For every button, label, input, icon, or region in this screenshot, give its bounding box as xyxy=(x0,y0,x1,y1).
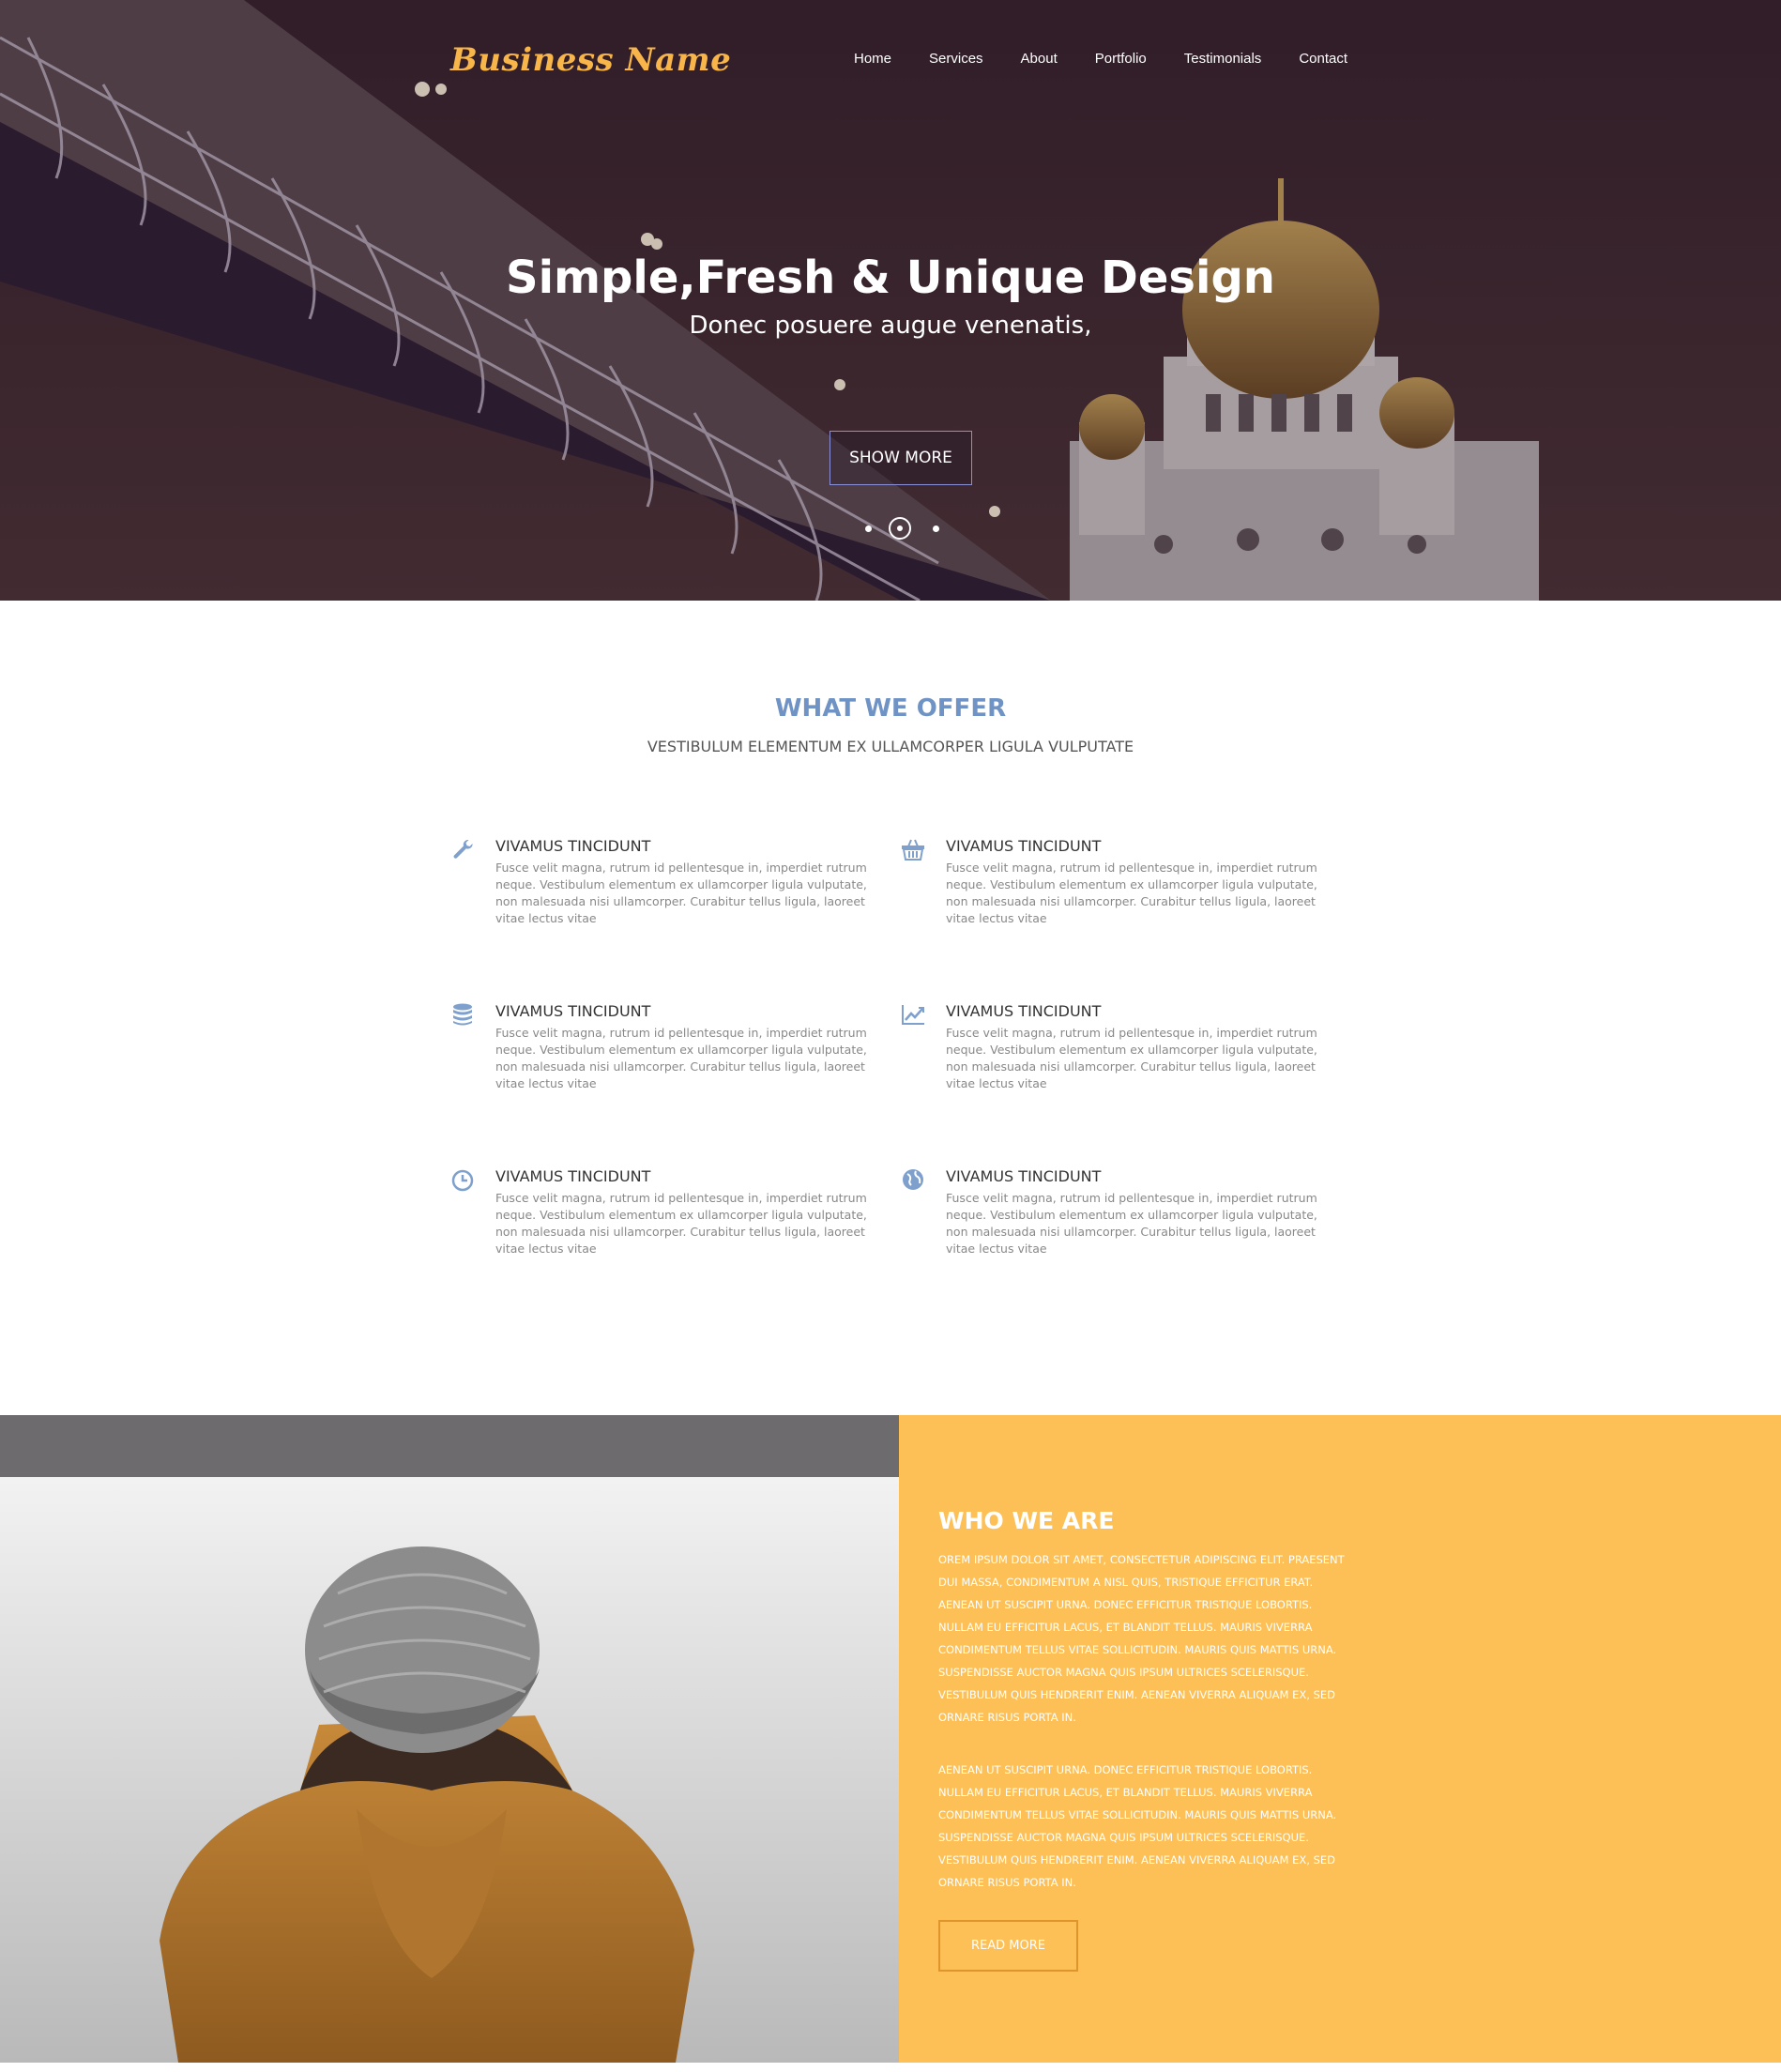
feature-title: VIVAMUS TINCIDUNT xyxy=(495,1002,651,1020)
clock-icon xyxy=(451,1169,474,1192)
hero-title: Simple,Fresh & Unique Design xyxy=(506,251,1275,304)
feature-text: Fusce velit magna, rutrum id pellentesqu… xyxy=(495,1191,867,1256)
nav-home[interactable]: Home xyxy=(835,51,910,67)
nav-services[interactable]: Services xyxy=(910,51,1002,67)
nav-contact[interactable]: Contact xyxy=(1280,51,1366,67)
offer-title: WHAT WE OFFER xyxy=(774,694,1007,723)
feature-text: Fusce velit magna, rutrum id pellentesqu… xyxy=(946,861,1317,925)
feature-title: VIVAMUS TINCIDUNT xyxy=(946,1167,1102,1185)
feature-text: Fusce velit magna, rutrum id pellentesqu… xyxy=(495,861,867,925)
globe-icon xyxy=(903,1169,923,1190)
slider-dot-2-active[interactable] xyxy=(889,517,911,540)
feature-title: VIVAMUS TINCIDUNT xyxy=(495,837,651,855)
main-nav: Home Services About Portfolio Testimonia… xyxy=(835,51,1366,67)
nav-testimonials[interactable]: Testimonials xyxy=(1165,51,1281,67)
hero-subtitle: Donec posuere augue venenatis, xyxy=(689,312,1092,340)
feature-text: Fusce velit magna, rutrum id pellentesqu… xyxy=(946,1191,1317,1256)
slider-dot-3[interactable] xyxy=(933,526,939,532)
basket-icon xyxy=(902,839,924,861)
nav-about[interactable]: About xyxy=(1002,51,1076,67)
nav-portfolio[interactable]: Portfolio xyxy=(1076,51,1165,67)
database-icon xyxy=(453,1003,472,1026)
hero-section: Business Name Home Services About Portfo… xyxy=(0,0,1781,601)
feature-text: Fusce velit magna, rutrum id pellentesqu… xyxy=(946,1026,1317,1090)
read-more-button[interactable]: READ MORE xyxy=(938,1920,1078,1972)
feature-title: VIVAMUS TINCIDUNT xyxy=(946,837,1102,855)
slider-dots xyxy=(858,514,942,542)
wrench-icon xyxy=(453,839,473,859)
show-more-button[interactable]: SHOW MORE xyxy=(830,431,972,485)
who-title: WHO WE ARE xyxy=(938,1507,1115,1534)
page: Business Name Home Services About Portfo… xyxy=(0,0,1781,2072)
who-paragraph-1: OREM IPSUM DOLOR SIT AMET, CONSECTETUR A… xyxy=(938,1553,1345,1724)
line-chart-icon xyxy=(902,1005,924,1025)
slider-dot-1[interactable] xyxy=(865,526,872,532)
person-photo xyxy=(0,1415,899,2063)
feature-title: VIVAMUS TINCIDUNT xyxy=(946,1002,1102,1020)
offer-subtitle: VESTIBULUM ELEMENTUM EX ULLAMCORPER LIGU… xyxy=(647,738,1134,755)
feature-title: VIVAMUS TINCIDUNT xyxy=(495,1167,651,1185)
who-paragraph-2: AENEAN UT SUSCIPIT URNA. DONEC EFFICITUR… xyxy=(938,1763,1337,1889)
brand-logo[interactable]: Business Name xyxy=(450,41,731,79)
feature-text: Fusce velit magna, rutrum id pellentesqu… xyxy=(495,1026,867,1090)
